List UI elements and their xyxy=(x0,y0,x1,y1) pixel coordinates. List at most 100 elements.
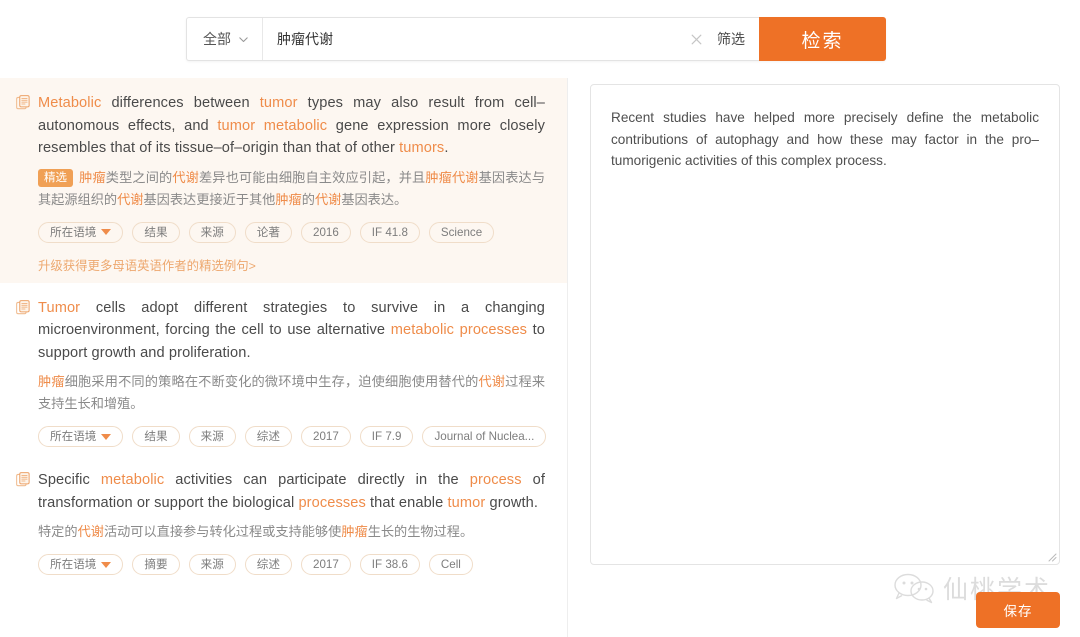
highlight-term: 肿瘤 xyxy=(79,169,106,185)
caret-down-icon xyxy=(101,561,112,568)
tag-label: 论著 xyxy=(256,225,280,239)
sentence-text: 活动可以直接参与转化过程或支持能够使 xyxy=(103,524,342,539)
highlight-term: tumor metabolic xyxy=(217,117,328,134)
result-card: Specific metabolic activities can partic… xyxy=(0,455,567,583)
result-sentence-zh: 精选 肿瘤类型之间的代谢差异也可能由细胞自主效应引起，并且肿瘤代谢基因表达与其起源… xyxy=(38,167,545,211)
sentence-text: 生长的生物过程。 xyxy=(367,524,474,539)
meta-tag[interactable]: IF 41.8 xyxy=(359,221,420,243)
result-card: Tumor cells adopt different strategies t… xyxy=(0,283,567,456)
context-dropdown-tag[interactable]: 所在语境 xyxy=(38,221,124,243)
search-submit-button[interactable]: 检索 xyxy=(759,17,886,61)
highlight-term: metabolic xyxy=(100,472,165,488)
meta-tag[interactable]: Science xyxy=(428,221,495,243)
tag-label: 综述 xyxy=(256,430,280,443)
highlight-term: tumor xyxy=(259,95,298,111)
tag-list: 所在语境 摘要 来源 综述 2017 IF 38.6 Cell xyxy=(38,554,545,575)
caret-down-icon xyxy=(101,229,112,235)
tag-list: 所在语境 结果 来源 论著 2016 IF 41.8 Science xyxy=(38,221,545,243)
highlight-term: processes xyxy=(298,494,366,511)
result-sentence-zh: 肿瘤细胞采用不同的策略在不断变化的微环境中生存，迫使细胞使用替代的代谢过程来支持… xyxy=(38,371,545,415)
meta-tag[interactable]: 结果 xyxy=(132,426,180,447)
filter-button[interactable]: 筛选 xyxy=(711,18,759,60)
note-editor[interactable]: Recent studies have helped more precisel… xyxy=(590,84,1060,565)
search-bar: 全部 筛选 检索 xyxy=(186,17,886,61)
tag-label: 来源 xyxy=(200,225,224,239)
sentence-text: activities can participate directly in t… xyxy=(164,472,470,488)
document-icon[interactable] xyxy=(16,472,31,488)
search-input[interactable] xyxy=(263,18,681,60)
sentence-text: . xyxy=(444,140,449,156)
highlight-term: 肿瘤 xyxy=(341,524,368,539)
highlight-term: 肿瘤 xyxy=(38,374,65,389)
resize-handle-icon[interactable] xyxy=(1045,550,1057,562)
tag-label: Science xyxy=(440,225,483,239)
sentence-text: Specific xyxy=(38,472,101,488)
sentence-text: 细胞采用不同的策略在不断变化的微环境中生存，迫使细胞使用替代的 xyxy=(64,374,479,389)
meta-tag[interactable]: 来源 xyxy=(188,554,236,575)
tag-label: 结果 xyxy=(144,430,168,443)
context-dropdown-tag[interactable]: 所在语境 xyxy=(38,426,124,447)
sentence-text: 基因表达更接近于其他 xyxy=(143,191,276,207)
meta-tag[interactable]: 来源 xyxy=(188,221,236,243)
sentence-text: 的 xyxy=(301,191,315,207)
meta-tag[interactable]: Journal of Nuclea... xyxy=(422,426,547,447)
featured-badge: 精选 xyxy=(38,168,73,187)
tag-label: Cell xyxy=(440,558,461,571)
filter-label: 筛选 xyxy=(717,31,745,47)
highlight-term: Metabolic xyxy=(38,95,102,111)
document-icon[interactable] xyxy=(16,95,31,111)
tag-label: 2017 xyxy=(313,430,339,443)
sentence-text: 特定的 xyxy=(38,524,78,539)
sentence-text: 类型之间的 xyxy=(105,169,173,185)
result-sentence-en: Metabolic differences between tumor type… xyxy=(38,92,545,160)
highlight-term: 代谢 xyxy=(172,169,199,185)
tag-list: 所在语境 结果 来源 综述 2017 IF 7.9 Journal of Nuclea... xyxy=(38,426,547,447)
tag-label: IF 41.8 xyxy=(371,225,408,239)
result-sentence-en: Specific metabolic activities can partic… xyxy=(38,469,545,514)
result-sentence-en: Tumor cells adopt different strategies t… xyxy=(38,297,545,365)
caret-down-icon xyxy=(101,433,112,440)
meta-tag[interactable]: 摘要 xyxy=(132,554,180,575)
upgrade-link[interactable]: 升级获得更多母语英语作者的精选例句> xyxy=(38,256,256,274)
tag-label: 所在语境 xyxy=(50,225,97,239)
highlight-term: process xyxy=(469,472,522,488)
meta-tag[interactable]: 综述 xyxy=(244,554,292,575)
highlight-term: 代谢 xyxy=(314,191,342,207)
tag-label: 结果 xyxy=(144,225,168,239)
meta-tag[interactable]: 2017 xyxy=(301,554,351,575)
highlight-term: 代谢 xyxy=(117,191,144,207)
meta-tag[interactable]: IF 7.9 xyxy=(359,426,414,447)
meta-tag[interactable]: 结果 xyxy=(132,221,180,243)
sentence-text: that enable xyxy=(365,494,448,511)
tag-label: 所在语境 xyxy=(50,430,97,443)
highlight-term: 肿瘤代谢 xyxy=(425,169,479,185)
tag-label: 综述 xyxy=(256,558,280,571)
result-sentence-zh: 特定的代谢活动可以直接参与转化过程或支持能够使肿瘤生长的生物过程。 xyxy=(38,521,545,543)
tag-label: IF 38.6 xyxy=(371,558,408,571)
context-dropdown-tag[interactable]: 所在语境 xyxy=(38,554,124,575)
document-icon[interactable] xyxy=(16,299,31,316)
sentence-text: growth. xyxy=(485,494,539,511)
chevron-down-icon xyxy=(238,34,249,45)
meta-tag[interactable]: 来源 xyxy=(188,426,236,447)
tag-label: Journal of Nuclea... xyxy=(434,430,535,443)
tag-label: 2016 xyxy=(313,225,339,239)
meta-tag[interactable]: 论著 xyxy=(244,221,292,243)
clear-search-icon[interactable] xyxy=(681,18,711,60)
highlight-term: metabolic processes xyxy=(390,322,528,338)
highlight-term: tumor xyxy=(447,494,486,511)
scope-dropdown[interactable]: 全部 xyxy=(187,18,263,60)
tag-label: 2017 xyxy=(313,558,339,571)
sentence-text: differences between xyxy=(101,95,260,111)
highlight-term: 肿瘤 xyxy=(275,191,302,207)
meta-tag[interactable]: 2017 xyxy=(301,426,351,447)
tag-label: 来源 xyxy=(200,430,224,443)
meta-tag[interactable]: 综述 xyxy=(244,426,292,447)
tag-label: 摘要 xyxy=(144,558,168,571)
results-list: Metabolic differences between tumor type… xyxy=(0,78,568,637)
meta-tag[interactable]: 2016 xyxy=(301,221,351,243)
meta-tag[interactable]: Cell xyxy=(428,554,473,575)
save-button[interactable]: 保存 xyxy=(976,592,1060,628)
highlight-term: 代谢 xyxy=(478,374,506,389)
meta-tag[interactable]: IF 38.6 xyxy=(359,554,420,575)
